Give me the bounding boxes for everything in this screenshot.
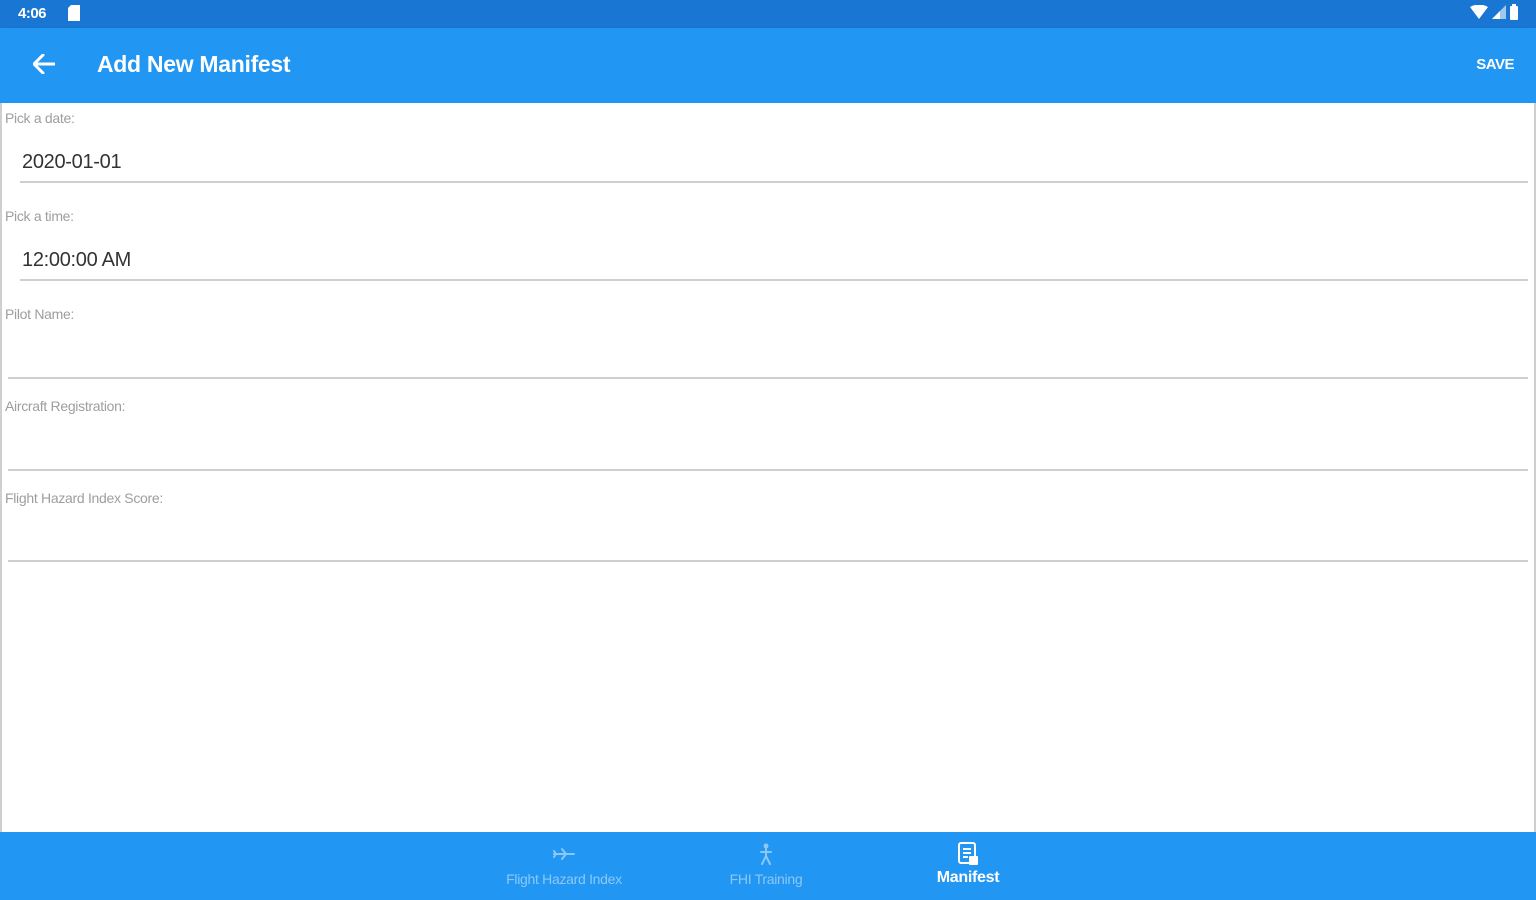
status-bar: 4:06 bbox=[0, 0, 1536, 28]
save-button[interactable]: SAVE bbox=[1476, 56, 1514, 73]
cell-signal-icon bbox=[1492, 4, 1506, 24]
nav-label: Flight Hazard Index bbox=[506, 871, 622, 887]
pilot-name-label: Pilot Name: bbox=[5, 306, 75, 322]
nav-item-fhi-training[interactable]: FHI Training bbox=[706, 832, 826, 900]
status-icons bbox=[1470, 3, 1518, 25]
aircraft-registration-input[interactable] bbox=[8, 433, 1528, 471]
app-bar: Add New Manifest SAVE bbox=[0, 28, 1536, 103]
aircraft-registration-label: Aircraft Registration: bbox=[5, 398, 126, 414]
fhi-score-input[interactable] bbox=[8, 524, 1528, 562]
pilot-name-input[interactable] bbox=[8, 341, 1528, 379]
date-picker[interactable]: 2020-01-01 bbox=[20, 147, 1528, 183]
date-value: 2020-01-01 bbox=[22, 151, 122, 173]
back-button[interactable] bbox=[24, 48, 64, 84]
person-icon bbox=[754, 842, 778, 866]
document-icon bbox=[956, 842, 980, 866]
fhi-score-label: Flight Hazard Index Score: bbox=[5, 490, 163, 506]
nav-label: Manifest bbox=[936, 869, 1000, 886]
nav-label: FHI Training bbox=[729, 871, 803, 887]
airplane-icon bbox=[552, 842, 576, 866]
battery-icon bbox=[1510, 3, 1518, 25]
arrow-back-icon bbox=[32, 53, 56, 79]
sd-card-icon bbox=[68, 5, 80, 21]
wifi-icon bbox=[1470, 4, 1488, 24]
nav-item-manifest[interactable]: Manifest bbox=[918, 832, 1018, 900]
date-label: Pick a date: bbox=[5, 110, 75, 126]
page-title: Add New Manifest bbox=[97, 51, 291, 77]
time-label: Pick a time: bbox=[5, 208, 74, 224]
nav-item-flight-hazard-index[interactable]: Flight Hazard Index bbox=[488, 832, 640, 900]
time-value: 12:00:00 AM bbox=[22, 249, 132, 271]
manifest-form: Pick a date: 2020-01-01 Pick a time: 12:… bbox=[0, 103, 1536, 832]
time-picker[interactable]: 12:00:00 AM bbox=[20, 245, 1528, 281]
status-time: 4:06 bbox=[18, 5, 47, 22]
bottom-navigation: Flight Hazard Index FHI Training Manifes… bbox=[0, 832, 1536, 900]
